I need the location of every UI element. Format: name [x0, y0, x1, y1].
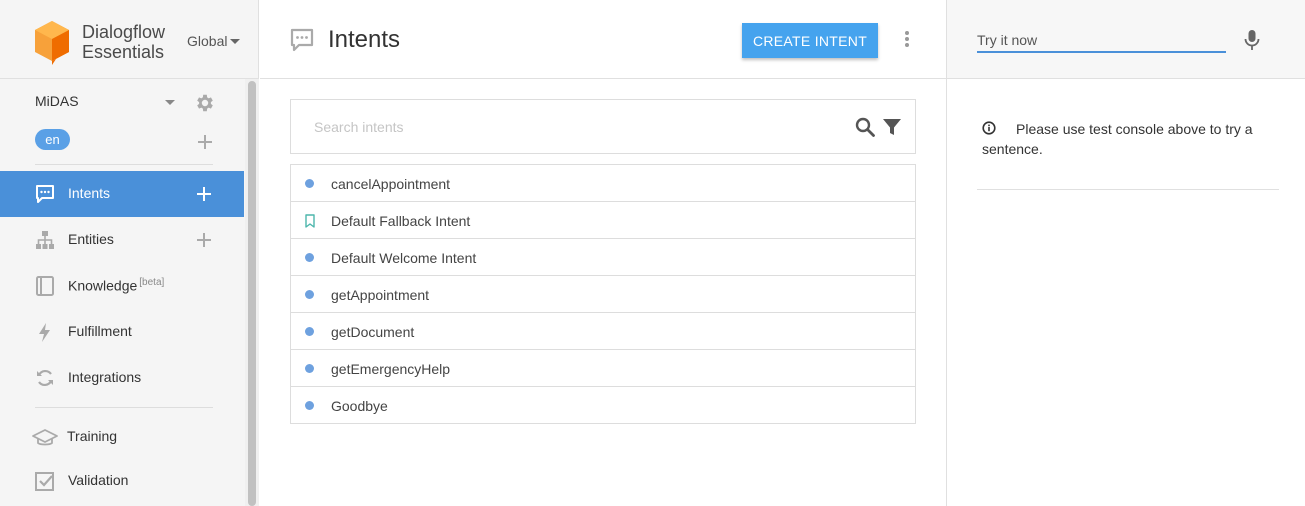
- brand-name: Dialogflow Essentials: [82, 22, 166, 62]
- sync-icon: [37, 369, 53, 387]
- sidebar-item-fulfillment[interactable]: Fulfillment: [0, 309, 244, 355]
- hierarchy-icon: [36, 231, 54, 249]
- scrollbar-thumb[interactable]: [248, 81, 256, 506]
- search-input[interactable]: [314, 116, 834, 138]
- info-text: Please use test console above to try a s…: [982, 121, 1253, 157]
- try-it-now-input[interactable]: [977, 29, 1226, 53]
- chat-bubble-icon: [36, 185, 54, 203]
- microphone-icon[interactable]: [1244, 29, 1260, 51]
- sidebar-item-label: Intents: [68, 185, 111, 201]
- divider: [35, 407, 213, 408]
- book-icon: [36, 276, 54, 296]
- sidebar-item-knowledge[interactable]: Knowledge [beta]: [0, 263, 244, 309]
- sidebar-item-validation[interactable]: Validation: [0, 458, 244, 504]
- sidebar-item-entities[interactable]: Entities: [0, 217, 244, 263]
- checkbox-icon: [35, 472, 54, 491]
- intent-row[interactable]: Default Welcome Intent: [291, 239, 915, 276]
- add-intent-icon[interactable]: [197, 187, 211, 201]
- intent-list: cancelAppointment Default Fallback Intent…: [290, 164, 916, 424]
- sidebar: Dialogflow Essentials Global MiDAS en In…: [0, 0, 259, 506]
- chevron-down-icon: [230, 38, 241, 44]
- intent-dot-icon: [305, 290, 314, 299]
- main-content: Intents CREATE INTENT cancelAppointment D…: [260, 0, 946, 506]
- sidebar-item-label: Knowledge [beta]: [68, 277, 164, 294]
- agent-name: MiDAS: [35, 93, 79, 109]
- sidebar-item-training[interactable]: Training: [0, 414, 244, 460]
- main-header: Intents CREATE INTENT: [260, 0, 946, 79]
- chevron-down-icon[interactable]: [165, 100, 175, 105]
- intent-name: Default Welcome Intent: [331, 250, 477, 266]
- graduation-cap-icon: [32, 429, 58, 446]
- brand-header: Dialogflow Essentials Global: [0, 0, 259, 79]
- intent-row[interactable]: Default Fallback Intent: [291, 202, 915, 239]
- search-bar: [290, 99, 916, 154]
- intent-dot-icon: [305, 253, 314, 262]
- intent-name: cancelAppointment: [331, 176, 451, 192]
- info-message: Please use test console above to try a s…: [982, 119, 1282, 159]
- intent-dot-icon: [305, 327, 314, 336]
- sidebar-scrollbar[interactable]: [245, 79, 259, 506]
- sidebar-item-label: Integrations: [68, 369, 142, 385]
- language-row: en: [35, 129, 215, 151]
- dialogflow-logo-icon[interactable]: [33, 19, 71, 65]
- intent-name: getEmergencyHelp: [331, 361, 451, 377]
- region-label: Global: [187, 33, 228, 49]
- more-options-icon[interactable]: [902, 30, 912, 48]
- intent-row[interactable]: Goodbye: [291, 387, 915, 423]
- sidebar-item-label: Fulfillment: [68, 323, 132, 339]
- intent-dot-icon: [305, 179, 314, 188]
- app-window: Dialogflow Essentials Global MiDAS en In…: [0, 0, 1305, 506]
- add-language-icon[interactable]: [198, 135, 212, 149]
- intent-name: Goodbye: [331, 398, 388, 414]
- test-console-panel: Please use test console above to try a s…: [946, 0, 1305, 506]
- intent-row[interactable]: getEmergencyHelp: [291, 350, 915, 387]
- filter-icon[interactable]: [882, 117, 902, 137]
- intent-row[interactable]: getAppointment: [291, 276, 915, 313]
- info-icon: [982, 121, 996, 135]
- intent-dot-icon: [305, 401, 314, 410]
- intent-row[interactable]: getDocument: [291, 313, 915, 350]
- create-intent-button[interactable]: CREATE INTENT: [742, 23, 878, 58]
- intent-name: Default Fallback Intent: [331, 213, 471, 229]
- test-console-header: [947, 0, 1305, 79]
- divider: [977, 189, 1279, 190]
- intent-name: getDocument: [331, 324, 415, 340]
- language-chip[interactable]: en: [35, 129, 70, 150]
- chat-bubble-icon: [290, 28, 314, 52]
- beta-badge: [beta]: [139, 277, 165, 288]
- add-entity-icon[interactable]: [197, 233, 211, 247]
- bookmark-icon: [305, 214, 315, 228]
- search-icon[interactable]: [854, 116, 876, 138]
- gear-icon[interactable]: [194, 92, 216, 114]
- sidebar-item-label: Entities: [68, 231, 114, 247]
- region-selector[interactable]: Global: [187, 33, 241, 49]
- knowledge-label: Knowledge: [68, 277, 138, 294]
- sidebar-item-intents[interactable]: Intents: [0, 171, 244, 217]
- sidebar-item-integrations[interactable]: Integrations: [0, 355, 244, 401]
- lightning-icon: [39, 323, 50, 342]
- sidebar-item-label: Validation: [68, 472, 129, 488]
- sidebar-item-label: Training: [67, 428, 118, 444]
- intent-dot-icon: [305, 364, 314, 373]
- page-title: Intents: [328, 26, 401, 53]
- intent-name: getAppointment: [331, 287, 430, 303]
- agent-selector[interactable]: MiDAS: [35, 92, 220, 114]
- intent-row[interactable]: cancelAppointment: [291, 165, 915, 202]
- divider: [35, 164, 213, 165]
